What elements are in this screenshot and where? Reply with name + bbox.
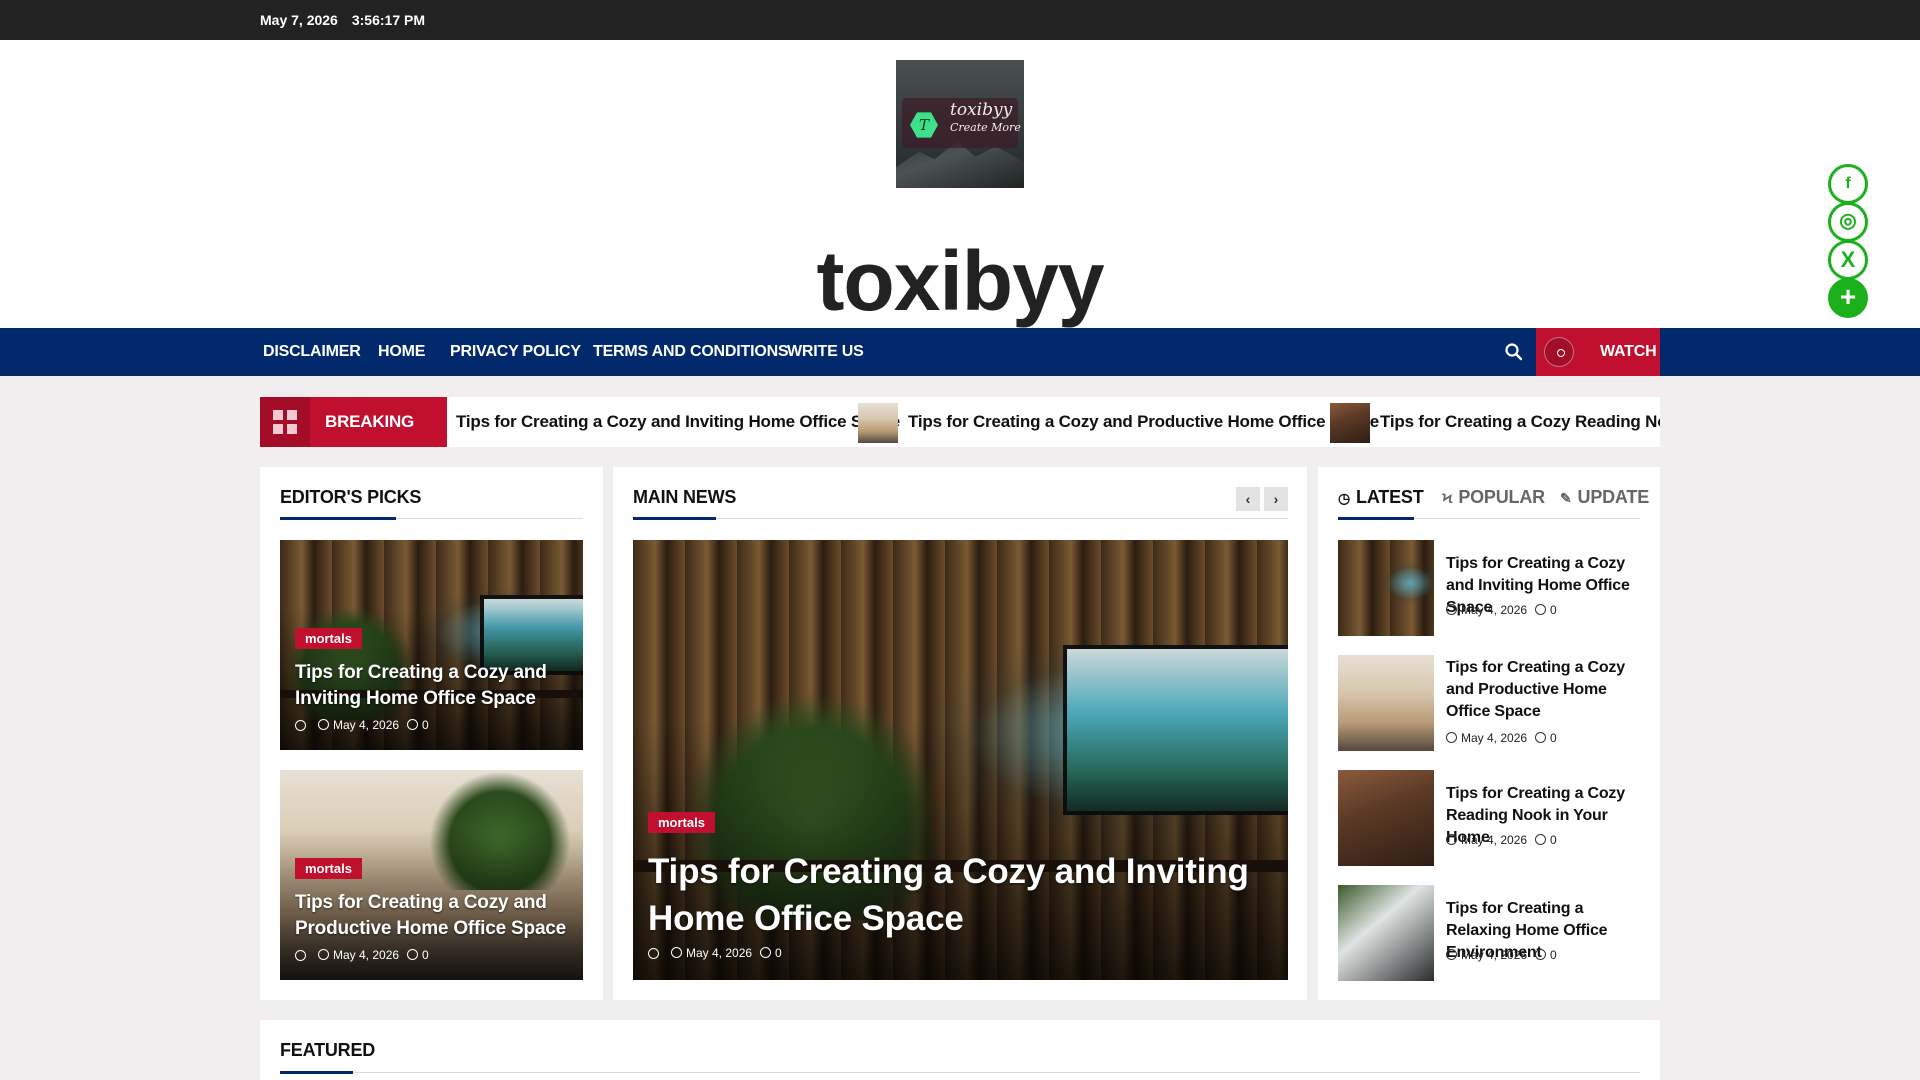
post-thumbnail[interactable] bbox=[1338, 885, 1434, 981]
post-meta: May 4, 2026 0 bbox=[1446, 833, 1557, 847]
tabbed-posts-panel: ◷ LATEST ϟ POPULAR ✎ UPDATE Tips for Creati… bbox=[1318, 467, 1660, 1000]
bolt-icon: ϟ bbox=[1442, 490, 1453, 506]
card-meta: May 4, 2026 0 bbox=[648, 946, 782, 960]
post-meta: May 4, 2026 0 bbox=[1446, 731, 1557, 745]
main-news-title: MAIN NEWS bbox=[633, 487, 737, 507]
post-thumbnail[interactable] bbox=[1338, 540, 1434, 636]
comment-icon[interactable] bbox=[1535, 949, 1547, 960]
clock-icon: ◷ bbox=[1338, 490, 1351, 506]
watch-button[interactable]: WATCH bbox=[1536, 328, 1660, 376]
category-badge[interactable]: mortals bbox=[648, 812, 715, 833]
clock-icon bbox=[318, 719, 329, 730]
comment-icon[interactable] bbox=[1535, 604, 1547, 615]
facebook-icon[interactable]: f bbox=[1828, 164, 1868, 204]
feature-title[interactable]: Tips for Creating a Cozy and Inviting Ho… bbox=[648, 848, 1268, 942]
main-news-panel: MAIN NEWS ‹ › mortals Tips for Creating … bbox=[613, 467, 1307, 1000]
clock-icon bbox=[1446, 604, 1457, 615]
play-icon bbox=[1544, 337, 1574, 367]
slider-prev-button[interactable]: ‹ bbox=[1236, 487, 1260, 511]
fire-icon: ✎ bbox=[1560, 490, 1572, 506]
ticker-item[interactable]: Tips for Creating a Cozy and Productive … bbox=[908, 397, 1379, 447]
comment-icon[interactable] bbox=[1535, 834, 1547, 845]
clock-icon bbox=[1446, 949, 1457, 960]
editors-picks-title: EDITOR'S PICKS bbox=[280, 487, 422, 507]
slider-next-button[interactable]: › bbox=[1264, 487, 1288, 511]
post-date: May 4, 2026 bbox=[686, 946, 753, 960]
breaking-news-tag: BREAKING NEWS bbox=[260, 397, 447, 447]
ticker-item[interactable]: Tips for Creating a Cozy and Inviting Ho… bbox=[456, 397, 900, 447]
featured-title: FEATURED bbox=[280, 1040, 376, 1060]
comment-icon[interactable] bbox=[1535, 732, 1547, 743]
comment-icon[interactable] bbox=[760, 947, 772, 958]
category-badge[interactable]: mortals bbox=[295, 628, 362, 649]
author-icon[interactable] bbox=[295, 949, 306, 961]
site-logo[interactable]: T toxibyy Create More bbox=[896, 60, 1024, 188]
editors-pick-card[interactable]: mortals Tips for Creating a Cozy and Pro… bbox=[280, 770, 583, 980]
post-thumbnail[interactable] bbox=[1338, 655, 1434, 751]
featured-panel: FEATURED bbox=[260, 1020, 1660, 1080]
card-title[interactable]: Tips for Creating a Cozy and Inviting Ho… bbox=[295, 660, 575, 712]
card-title[interactable]: Tips for Creating a Cozy and Productive … bbox=[295, 890, 575, 942]
instagram-icon[interactable]: ◎ bbox=[1828, 202, 1868, 242]
tab-latest[interactable]: ◷ LATEST bbox=[1338, 487, 1424, 517]
post-thumbnail[interactable] bbox=[1338, 770, 1434, 866]
post-meta: May 4, 2026 0 bbox=[1446, 948, 1557, 962]
site-title[interactable]: toxibyy bbox=[0, 236, 1920, 326]
x-icon[interactable]: X bbox=[1828, 240, 1868, 280]
tab-update[interactable]: ✎ UPDATE bbox=[1560, 487, 1649, 517]
clock-icon bbox=[671, 947, 682, 958]
nav-item-privacy-policy[interactable]: PRIVACY POLICY bbox=[450, 328, 581, 376]
card-meta: May 4, 2026 0 bbox=[295, 948, 429, 962]
top-bar: May 7, 2026 3:56:17 PM bbox=[0, 0, 1920, 40]
card-meta: May 4, 2026 0 bbox=[295, 718, 429, 732]
clock-icon bbox=[318, 949, 329, 960]
editors-pick-card[interactable]: mortals Tips for Creating a Cozy and Inv… bbox=[280, 540, 583, 750]
nav-item-terms-and-conditions[interactable]: TERMS AND CONDITIONS bbox=[593, 328, 789, 376]
comment-icon[interactable] bbox=[407, 949, 419, 960]
current-date: May 7, 2026 bbox=[260, 12, 338, 28]
grid-icon bbox=[260, 397, 310, 447]
nav-item-write-us[interactable]: WRITE US bbox=[787, 328, 864, 376]
author-icon[interactable] bbox=[295, 719, 306, 731]
ticker-thumbnail[interactable] bbox=[858, 403, 898, 443]
post-date: May 4, 2026 bbox=[333, 948, 400, 962]
nav-item-home[interactable]: HOME bbox=[378, 328, 425, 376]
nav-item-disclaimer[interactable]: DISCLAIMER bbox=[263, 328, 361, 376]
comment-count[interactable]: 0 bbox=[775, 946, 782, 960]
share-icon[interactable]: + bbox=[1828, 278, 1868, 318]
post-title[interactable]: Tips for Creating a Cozy and Productive … bbox=[1446, 657, 1646, 723]
main-navigation: DISCLAIMER HOME PRIVACY POLICY TERMS AND… bbox=[0, 328, 1920, 376]
comment-count[interactable]: 0 bbox=[422, 948, 429, 962]
watch-label: WATCH bbox=[1600, 343, 1657, 360]
category-badge[interactable]: mortals bbox=[295, 858, 362, 879]
comment-count[interactable]: 0 bbox=[422, 718, 429, 732]
post-date: May 4, 2026 bbox=[333, 718, 400, 732]
logo-text: toxibyy bbox=[950, 100, 1013, 120]
ticker-thumbnail[interactable] bbox=[1330, 403, 1370, 443]
site-header: T toxibyy Create More toxibyy f ◎ X + ❯ bbox=[0, 40, 1920, 342]
current-time: 3:56:17 PM bbox=[351, 12, 425, 28]
clock-icon bbox=[1446, 732, 1457, 743]
clock-icon bbox=[1446, 834, 1457, 845]
editors-picks-panel: EDITOR'S PICKS mortals Tips for Creating… bbox=[260, 467, 603, 1000]
search-icon[interactable] bbox=[1504, 342, 1524, 362]
tab-popular[interactable]: ϟ POPULAR bbox=[1442, 487, 1545, 517]
main-feature-card[interactable]: mortals Tips for Creating a Cozy and Inv… bbox=[633, 540, 1288, 980]
breaking-news-label: BREAKING NEWS bbox=[325, 412, 415, 431]
ticker-item[interactable]: Tips for Creating a Cozy Reading Nook in bbox=[1380, 397, 1660, 447]
breaking-news-ticker: BREAKING NEWS Tips for Creating a Cozy a… bbox=[260, 397, 1660, 447]
logo-tagline: Create More bbox=[950, 121, 1021, 134]
author-icon[interactable] bbox=[648, 947, 659, 959]
post-meta: May 4, 2026 0 bbox=[1446, 603, 1557, 617]
comment-icon[interactable] bbox=[407, 719, 419, 730]
